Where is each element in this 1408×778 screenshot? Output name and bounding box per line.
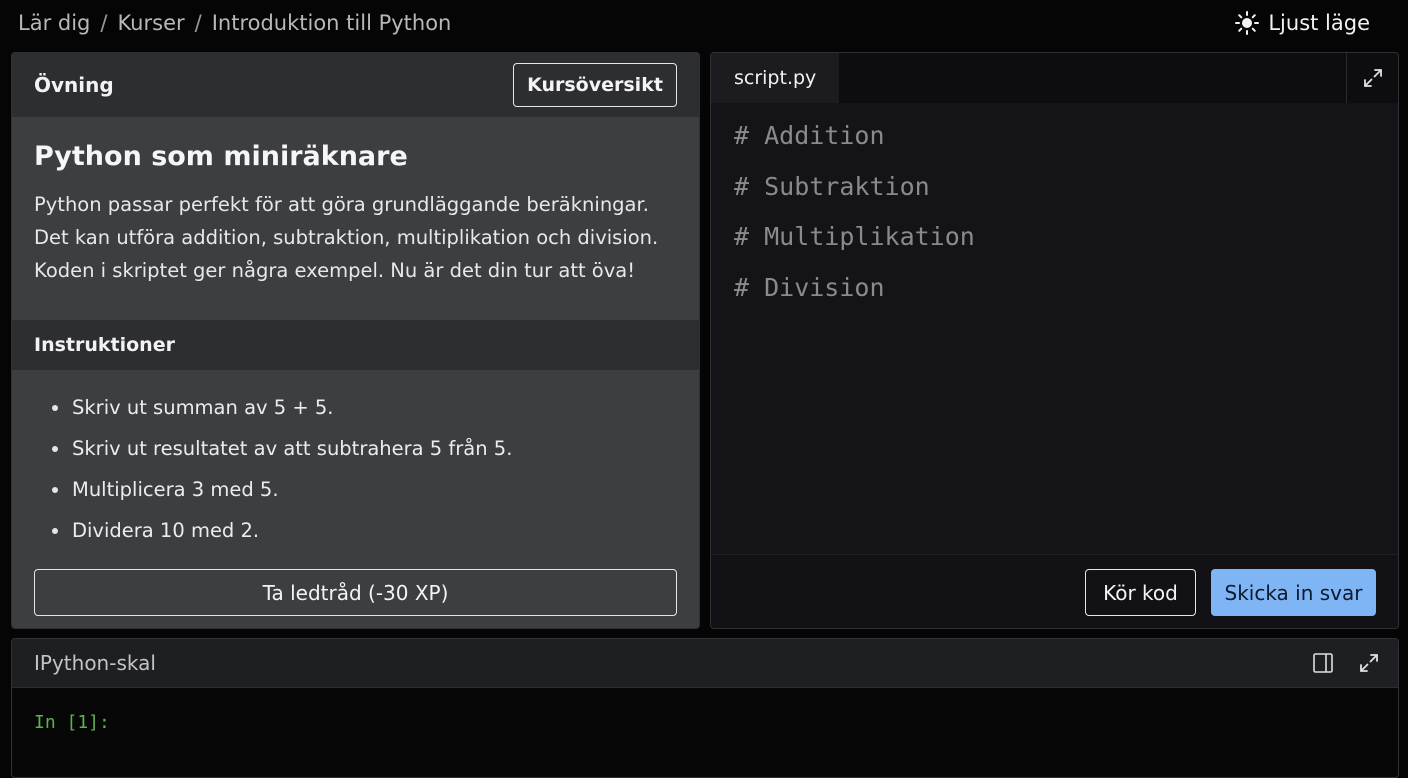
shell-toolbar	[1312, 652, 1380, 674]
theme-toggle-button[interactable]: Ljust läge	[1234, 10, 1370, 36]
instructions-header: Instruktioner	[12, 320, 699, 370]
breadcrumb-learn[interactable]: Lär dig	[18, 11, 90, 35]
code-editor-panel: script.py # Addition # Subtraktion # Mul…	[710, 52, 1399, 629]
sun-icon	[1234, 10, 1260, 36]
exercise-title: Python som miniräknare	[34, 141, 408, 172]
shell-title: IPython-skal	[34, 651, 156, 675]
theme-toggle-label: Ljust läge	[1268, 11, 1370, 35]
instruction-item: Multiplicera 3 med 5.	[34, 476, 677, 517]
expand-icon	[1362, 67, 1384, 89]
breadcrumb-current-course: Introduktion till Python	[211, 11, 452, 35]
breadcrumb: Lär dig / Kurser / Introduktion till Pyt…	[18, 11, 451, 35]
breadcrumb-courses[interactable]: Kurser	[117, 11, 184, 35]
editor-footer: Kör kod Skicka in svar	[711, 554, 1398, 628]
expand-editor-button[interactable]	[1346, 53, 1398, 103]
course-overview-button[interactable]: Kursöversikt	[513, 63, 677, 107]
exercise-label: Övning	[34, 73, 114, 97]
shell-header: IPython-skal	[12, 639, 1398, 688]
breadcrumb-separator: /	[100, 11, 108, 35]
editor-tab-bar: script.py	[711, 53, 1398, 103]
ipython-shell-panel: IPython-skal In [1]:	[11, 638, 1399, 778]
submit-answer-button[interactable]: Skicka in svar	[1211, 569, 1376, 616]
exercise-description: Python som miniräknare Python passar per…	[12, 117, 699, 320]
expand-icon[interactable]	[1358, 652, 1380, 674]
side-panel-icon[interactable]	[1312, 652, 1334, 674]
code-line: # Subtraktion	[734, 171, 930, 201]
code-area[interactable]: # Addition # Subtraktion # Multiplikatio…	[711, 103, 1398, 319]
exercise-text: Python passar perfekt för att göra grund…	[34, 193, 659, 282]
instruction-item: Skriv ut resultatet av att subtrahera 5 …	[34, 435, 677, 476]
exercise-header: Övning Kursöversikt	[12, 53, 699, 117]
take-hint-button[interactable]: Ta ledtråd (-30 XP)	[34, 569, 677, 616]
instruction-item: Skriv ut summan av 5 + 5.	[34, 394, 677, 435]
exercise-panel: Övning Kursöversikt Python som miniräkna…	[11, 52, 700, 629]
instructions-list: Skriv ut summan av 5 + 5. Skriv ut resul…	[12, 370, 699, 558]
shell-prompt[interactable]: In [1]:	[12, 688, 1398, 757]
tab-script-py[interactable]: script.py	[711, 53, 839, 103]
run-code-button[interactable]: Kör kod	[1085, 569, 1196, 616]
code-line: # Addition	[734, 121, 885, 150]
top-bar: Lär dig / Kurser / Introduktion till Pyt…	[0, 0, 1408, 46]
code-line: # Multiplikation	[734, 222, 975, 251]
instruction-item: Dividera 10 med 2.	[34, 517, 677, 558]
breadcrumb-separator: /	[194, 11, 202, 35]
code-line: # Division	[734, 272, 885, 302]
